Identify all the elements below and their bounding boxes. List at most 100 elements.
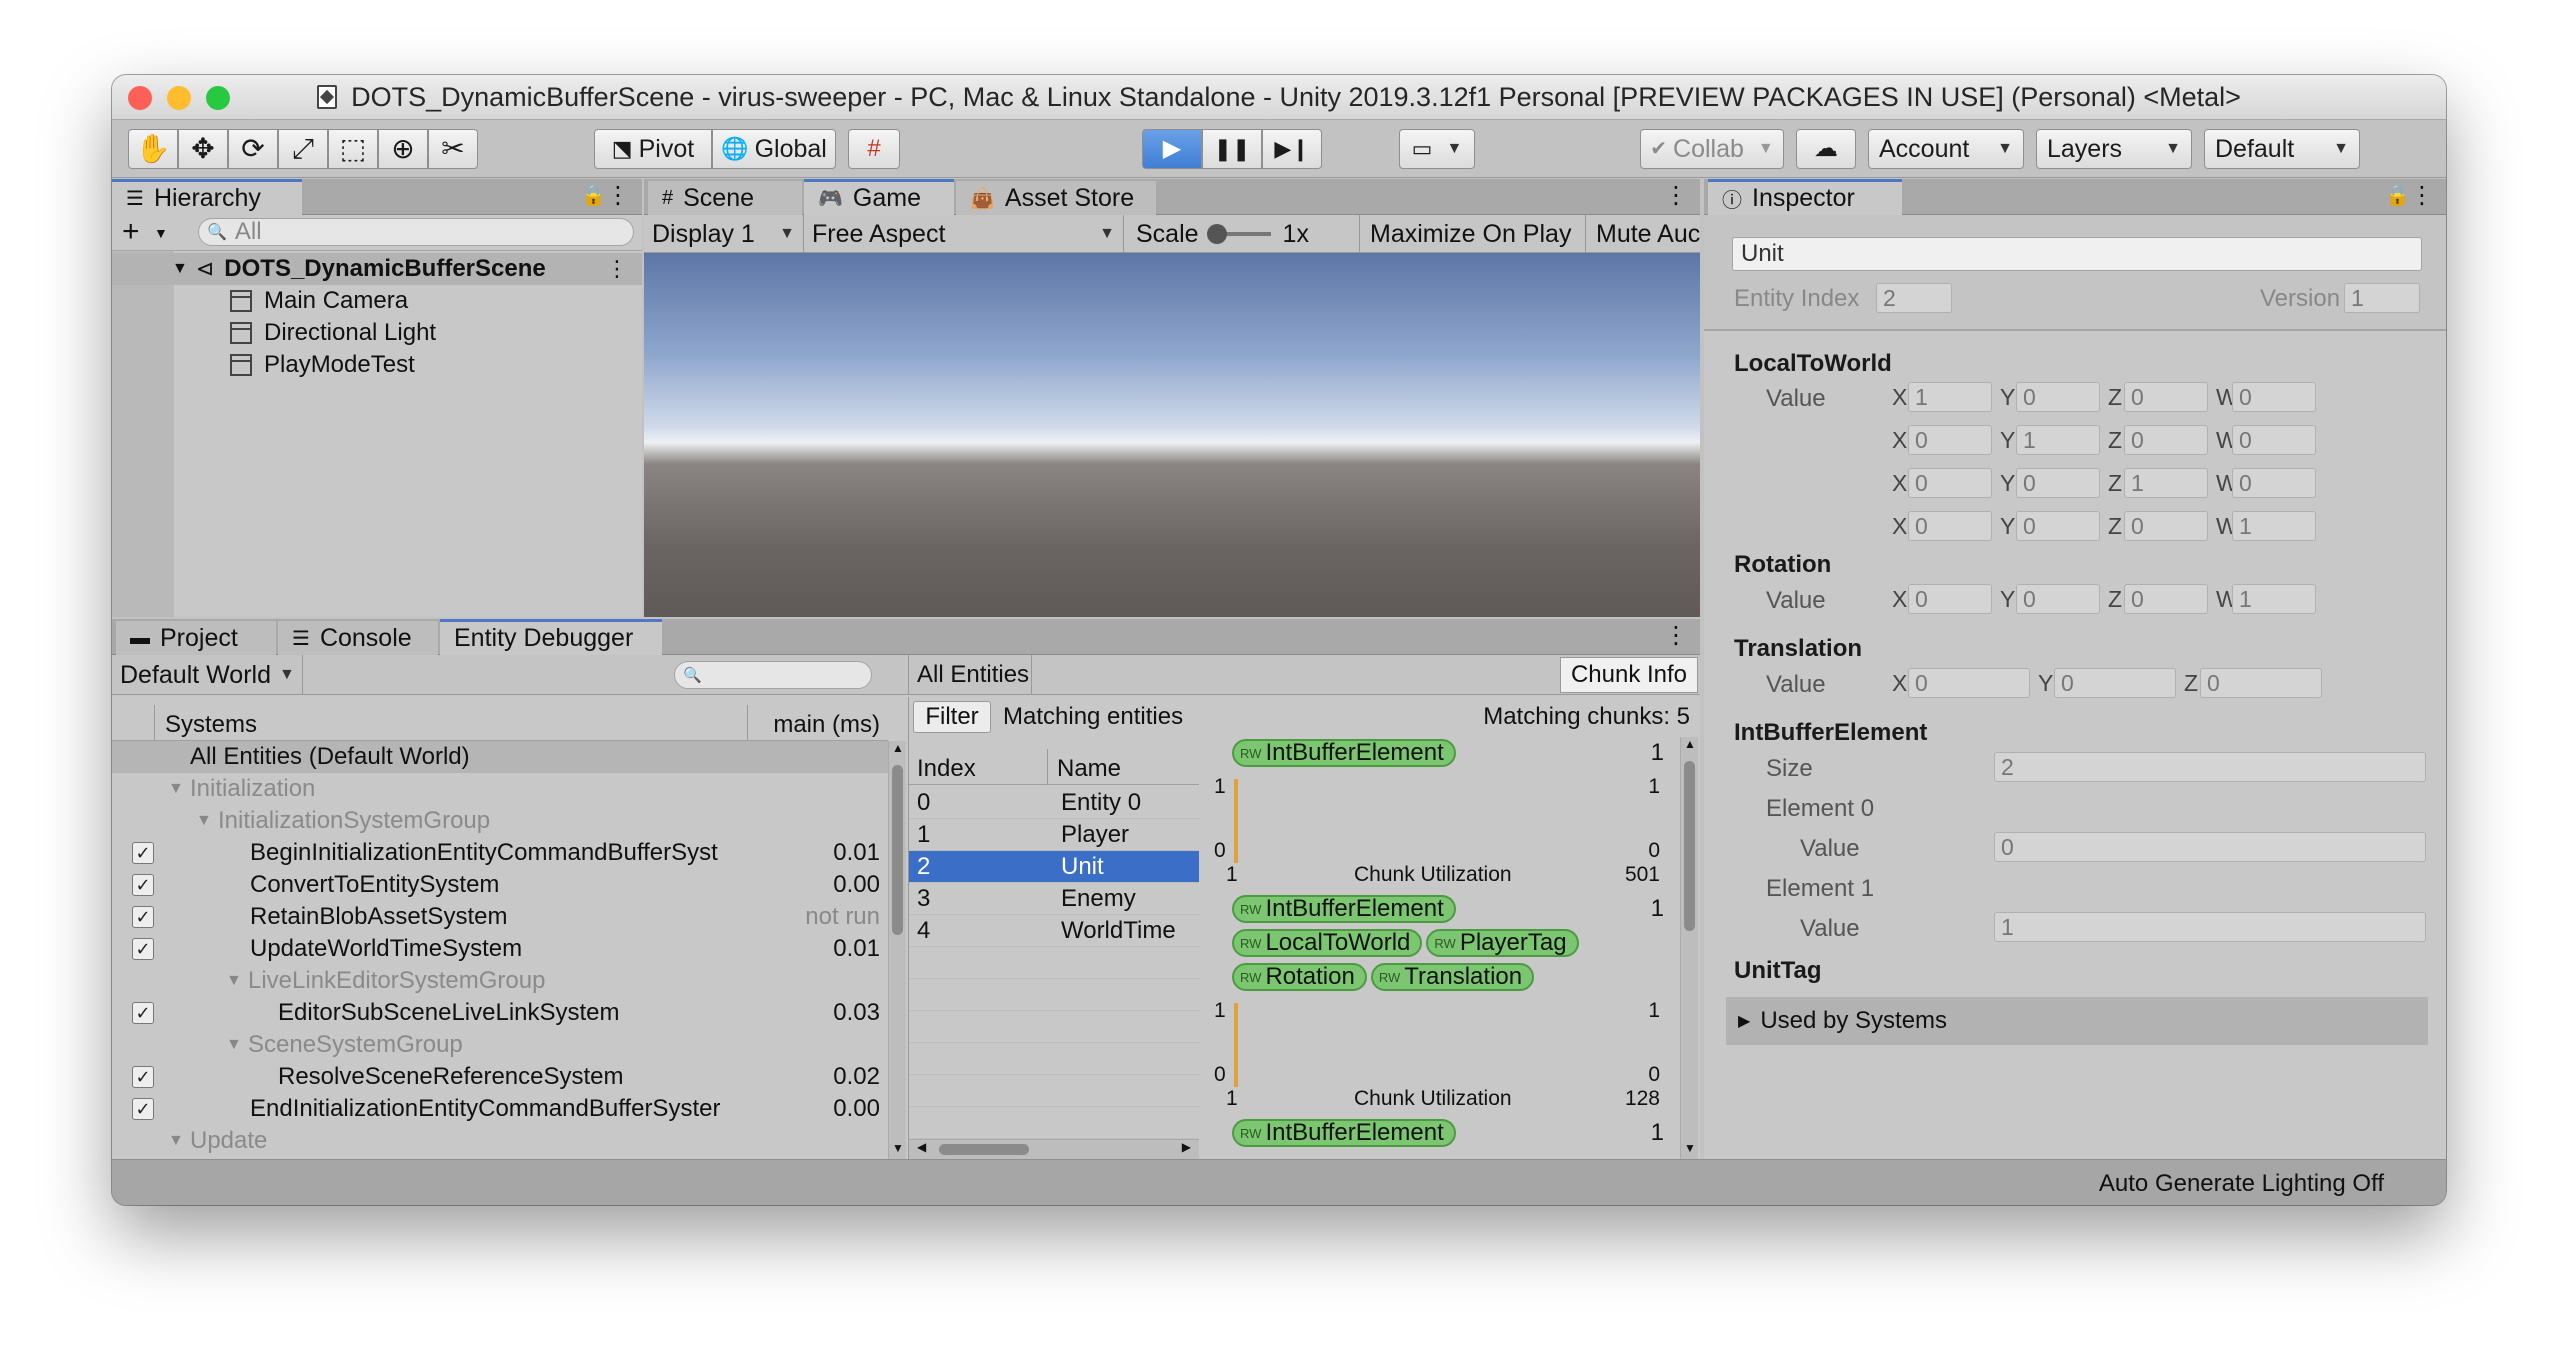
zoom-button[interactable]	[206, 86, 230, 110]
expand-arrow-icon[interactable]: ▼	[168, 780, 184, 798]
display-dropdown[interactable]: Display 1▼	[644, 215, 804, 253]
vector-component-field[interactable]: 0	[1908, 468, 1992, 498]
lighting-status[interactable]: Auto Generate Lighting Off	[2099, 1170, 2384, 1198]
scroll-up-icon[interactable]: ▲	[892, 741, 904, 755]
system-row[interactable]: ✓RetainBlobAssetSystemnot run	[112, 901, 888, 933]
tab-hierarchy[interactable]: ☰Hierarchy	[112, 179, 302, 215]
step-button[interactable]: ▶❙	[1262, 129, 1322, 169]
scroll-thumb[interactable]	[939, 1144, 1029, 1155]
scene-row[interactable]: ▼ ⊲ DOTS_DynamicBufferScene ⋮	[112, 253, 642, 285]
system-enabled-checkbox[interactable]: ✓	[132, 906, 154, 928]
hierarchy-item[interactable]: Main Camera	[112, 285, 642, 317]
hand-tool-button[interactable]: ✋	[128, 129, 178, 169]
vector-component-field[interactable]: 0	[1908, 511, 1992, 541]
cloud-button[interactable]: ☁	[1796, 129, 1856, 169]
menu-dots-icon[interactable]: ⋮	[1664, 621, 1688, 650]
close-button[interactable]	[128, 86, 152, 110]
vector-component-field[interactable]: 1	[2124, 468, 2208, 498]
system-row[interactable]: ✓UpdateWorldTimeSystem0.01	[112, 933, 888, 965]
menu-dots-icon[interactable]: ⋮	[606, 256, 628, 282]
menu-dots-icon[interactable]: ⋮	[606, 181, 630, 210]
chevron-down-icon[interactable]: ▼	[154, 225, 168, 241]
move-tool-button[interactable]: ✥	[178, 129, 228, 169]
pivot-toggle[interactable]: ⬔Pivot	[594, 129, 712, 169]
lock-icon[interactable]: 🔒	[581, 183, 606, 208]
hierarchy-item[interactable]: Directional Light	[112, 317, 642, 349]
tab-scene[interactable]: #Scene	[648, 181, 802, 215]
chunk-info-button[interactable]: Chunk Info	[1560, 657, 1698, 693]
grid-snap-button[interactable]: #	[848, 129, 900, 169]
vector-component-field[interactable]: 0	[2016, 382, 2100, 412]
entity-row[interactable]: 0Entity 0	[909, 787, 1199, 819]
expand-arrow-icon[interactable]: ▼	[172, 260, 188, 278]
vector-component-field[interactable]: 0	[2054, 668, 2176, 698]
maximize-on-play-toggle[interactable]: Maximize On Play	[1360, 215, 1586, 253]
used-by-systems-foldout[interactable]: ▶Used by Systems	[1726, 997, 2428, 1045]
vector-component-field[interactable]: 1	[2016, 425, 2100, 455]
system-group-row[interactable]: ▼Initialization	[112, 773, 888, 805]
entity-row[interactable]: 4WorldTime	[909, 915, 1199, 947]
layout-device-button[interactable]: ▭▼	[1399, 129, 1475, 169]
scroll-up-icon[interactable]: ▲	[1684, 737, 1696, 751]
entity-row[interactable]: 2Unit	[909, 851, 1199, 883]
vector-component-field[interactable]: 0	[2232, 382, 2316, 412]
hierarchy-search-input[interactable]: 🔍All	[198, 218, 634, 246]
tab-console[interactable]: ☰Console	[278, 621, 438, 655]
system-group-row[interactable]: ▼SceneSystemGroup	[112, 1029, 888, 1061]
entity-name-field[interactable]: Unit	[1732, 237, 2422, 271]
scroll-thumb[interactable]	[1684, 761, 1695, 931]
expand-arrow-icon[interactable]: ▼	[226, 972, 242, 990]
systems-search-input[interactable]: 🔍	[674, 661, 872, 689]
system-enabled-checkbox[interactable]: ✓	[132, 1002, 154, 1024]
vector-component-field[interactable]: 1	[2232, 584, 2316, 614]
system-enabled-checkbox[interactable]: ✓	[132, 938, 154, 960]
systems-scrollbar[interactable]: ▲ ▼	[888, 741, 906, 1159]
system-row[interactable]: ✓BeginInitializationEntityCommandBufferS…	[112, 837, 888, 869]
menu-dots-icon[interactable]: ⋮	[1664, 181, 1688, 210]
custom-tool-button[interactable]: ✂	[428, 129, 478, 169]
play-button[interactable]: ▶	[1142, 129, 1202, 169]
aspect-dropdown[interactable]: Free Aspect▼	[804, 215, 1124, 253]
add-icon[interactable]: +	[122, 215, 140, 249]
vector-component-field[interactable]: 0	[1908, 584, 1992, 614]
chunk-scrollbar[interactable]: ▲ ▼	[1680, 737, 1698, 1159]
system-row[interactable]: ✓EndInitializationEntityCommandBufferSys…	[112, 1093, 888, 1125]
scale-slider[interactable]: Scale 1x	[1124, 215, 1360, 253]
scroll-thumb[interactable]	[892, 765, 903, 935]
scroll-right-icon[interactable]: ▶	[1182, 1140, 1191, 1154]
expand-arrow-icon[interactable]: ▼	[226, 1036, 242, 1054]
system-group-row[interactable]: ▼LiveLinkEditorSystemGroup	[112, 965, 888, 997]
buffer-size-field[interactable]: 2	[1994, 752, 2426, 782]
collab-button[interactable]: ✔Collab▼	[1640, 129, 1784, 169]
all-entities-button[interactable]: All Entities	[908, 655, 1032, 695]
tab-asset-store[interactable]: 👜Asset Store	[956, 181, 1156, 215]
global-toggle[interactable]: 🌐Global	[712, 129, 836, 169]
vector-component-field[interactable]: 0	[2124, 425, 2208, 455]
vector-component-field[interactable]: 0	[2124, 382, 2208, 412]
scale-thumb[interactable]	[1207, 224, 1227, 244]
element-value-field[interactable]: 0	[1994, 832, 2426, 862]
tab-game[interactable]: 🎮Game	[804, 179, 954, 215]
vector-component-field[interactable]: 0	[1908, 425, 1992, 455]
vector-component-field[interactable]: 1	[2232, 511, 2316, 541]
tab-inspector[interactable]: ⓘInspector	[1708, 179, 1902, 215]
system-row[interactable]: ✓ConvertToEntitySystem0.00	[112, 869, 888, 901]
system-enabled-checkbox[interactable]: ✓	[132, 1098, 154, 1120]
game-viewport[interactable]	[644, 253, 1700, 617]
vector-component-field[interactable]: 0	[2200, 668, 2322, 698]
vector-component-field[interactable]: 1	[1908, 382, 1992, 412]
system-enabled-checkbox[interactable]: ✓	[132, 1066, 154, 1088]
lock-icon[interactable]: 🔒	[2385, 183, 2410, 208]
element-value-field[interactable]: 1	[1994, 912, 2426, 942]
scale-track[interactable]	[1211, 232, 1271, 236]
system-row[interactable]: ✓EditorSubSceneLiveLinkSystem0.03	[112, 997, 888, 1029]
vector-component-field[interactable]: 0	[1908, 668, 2030, 698]
system-enabled-checkbox[interactable]: ✓	[132, 874, 154, 896]
mute-audio-toggle[interactable]: Mute Auc	[1586, 215, 1700, 253]
account-dropdown[interactable]: Account▼	[1868, 129, 2024, 169]
transform-tool-button[interactable]: ⊕	[378, 129, 428, 169]
rect-tool-button[interactable]: ⬚	[328, 129, 378, 169]
scroll-down-icon[interactable]: ▼	[892, 1141, 904, 1155]
system-group-row[interactable]: ▼InitializationSystemGroup	[112, 805, 888, 837]
vector-component-field[interactable]: 0	[2232, 468, 2316, 498]
